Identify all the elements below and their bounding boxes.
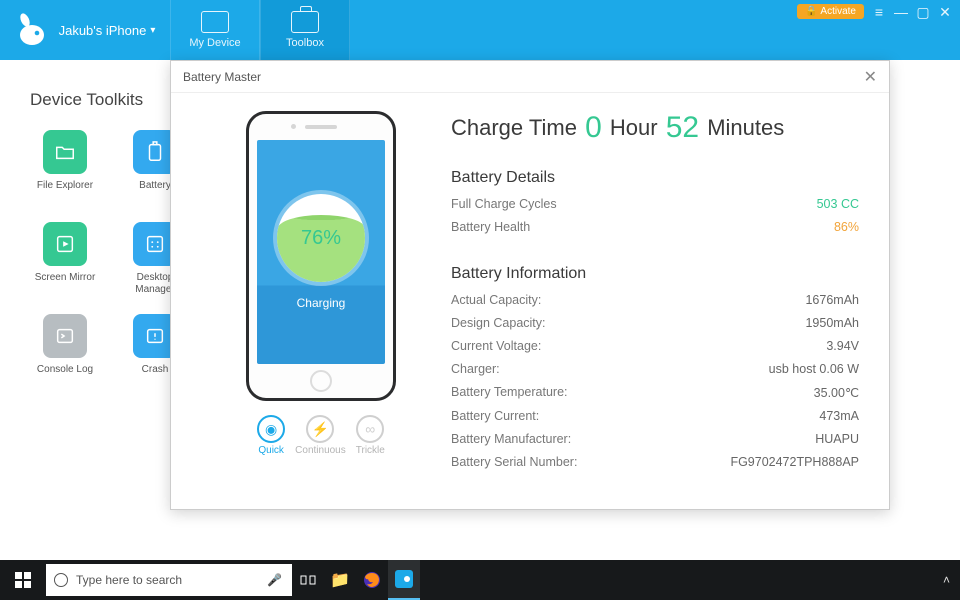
mode-label: Quick xyxy=(258,445,284,456)
mode-trickle[interactable]: ∞ Trickle xyxy=(356,415,385,456)
battery-percent: 76% xyxy=(301,227,341,250)
row-health: Battery Health86% xyxy=(451,220,859,234)
row-actual-capacity: Actual Capacity:1676mAh xyxy=(451,293,859,307)
modal-header: Battery Master ✕ xyxy=(171,61,889,93)
folder-icon xyxy=(43,130,87,174)
mic-icon[interactable]: 🎤 xyxy=(267,573,282,587)
toolkit-console-log[interactable]: Console Log xyxy=(30,314,100,388)
row-temperature: Battery Temperature:35.00℃ xyxy=(451,385,859,400)
toolkit-file-explorer[interactable]: File Explorer xyxy=(30,130,100,204)
toolkit-screen-mirror[interactable]: Screen Mirror xyxy=(30,222,100,296)
device-icon xyxy=(201,11,229,33)
toolkit-label: Battery xyxy=(139,180,171,204)
task-view-icon[interactable] xyxy=(292,560,324,600)
taskbar-search[interactable]: Type here to search 🎤 xyxy=(46,564,292,596)
app-titlebar: Jakub's iPhone ▾ My Device Toolbox 🔒 Act… xyxy=(0,0,960,60)
row-cycles: Full Charge Cycles503 CC xyxy=(451,197,859,211)
taskbar-app-itools[interactable] xyxy=(388,560,420,600)
tray-chevron-icon[interactable]: ˄ xyxy=(943,573,960,587)
mode-quick[interactable]: ◉ Quick xyxy=(257,415,285,456)
activate-label: Activate xyxy=(820,6,856,17)
row-design-capacity: Design Capacity:1950mAh xyxy=(451,316,859,330)
pin-icon: ◉ xyxy=(257,415,285,443)
modal-close-icon[interactable]: ✕ xyxy=(864,67,877,87)
battery-master-modal: Battery Master ✕ 76% Charging xyxy=(170,60,890,510)
tab-label: Toolbox xyxy=(286,37,324,49)
maximize-icon[interactable]: ▢ xyxy=(916,5,930,19)
lock-icon: 🔒 xyxy=(805,6,817,17)
taskbar-app-firefox[interactable] xyxy=(356,560,388,600)
tab-label: My Device xyxy=(189,37,240,49)
minimize-icon[interactable]: — xyxy=(894,5,908,19)
search-placeholder: Type here to search xyxy=(76,573,182,587)
row-charger: Charger:usb host 0.06 W xyxy=(451,362,859,376)
toolkit-label: Crash xyxy=(142,364,169,388)
app-logo-icon xyxy=(15,12,51,48)
mode-continuous[interactable]: ⚡ Continuous xyxy=(295,415,346,456)
toolbox-icon xyxy=(291,11,319,33)
cortana-icon xyxy=(54,573,68,587)
play-icon xyxy=(43,222,87,266)
charge-minutes: 52 xyxy=(664,111,701,144)
infinity-icon: ∞ xyxy=(356,415,384,443)
battery-info-heading: Battery Information xyxy=(451,265,859,283)
device-name: Jakub's iPhone xyxy=(59,23,147,38)
tab-my-device[interactable]: My Device xyxy=(170,0,260,60)
row-voltage: Current Voltage:3.94V xyxy=(451,339,859,353)
charge-time-heading: Charge Time 0 Hour 52 Minutes xyxy=(451,111,859,145)
charge-hours: 0 xyxy=(583,111,604,144)
taskbar-app-explorer[interactable]: 📁 xyxy=(324,560,356,600)
battery-details-heading: Battery Details xyxy=(451,169,859,187)
row-serial: Battery Serial Number:FG9702472TPH888AP xyxy=(451,455,859,469)
row-manufacturer: Battery Manufacturer:HUAPU xyxy=(451,432,859,446)
toolkit-label: File Explorer xyxy=(37,180,93,204)
activate-button[interactable]: 🔒 Activate xyxy=(797,4,864,19)
charging-status: Charging xyxy=(297,296,346,310)
start-button[interactable] xyxy=(0,560,46,600)
toolkit-label: Console Log xyxy=(37,364,93,388)
tab-toolbox[interactable]: Toolbox xyxy=(260,0,350,60)
battery-gauge: 76% xyxy=(277,194,365,282)
menu-icon[interactable]: ≡ xyxy=(872,5,886,19)
row-current: Battery Current:473mA xyxy=(451,409,859,423)
toolkits-title: Device Toolkits xyxy=(30,90,190,110)
device-selector[interactable]: Jakub's iPhone ▾ xyxy=(0,0,170,60)
mode-label: Continuous xyxy=(295,445,346,456)
toolkits-panel: Device Toolkits File Explorer Battery Sc… xyxy=(30,90,190,388)
close-icon[interactable]: ✕ xyxy=(938,5,952,19)
bolt-icon: ⚡ xyxy=(306,415,334,443)
modal-title: Battery Master xyxy=(183,70,261,84)
chevron-down-icon: ▾ xyxy=(150,25,155,36)
console-icon xyxy=(43,314,87,358)
toolkit-label: Screen Mirror xyxy=(35,272,96,296)
phone-illustration: 76% Charging xyxy=(246,111,396,401)
charge-modes: ◉ Quick ⚡ Continuous ∞ Trickle xyxy=(257,415,385,456)
mode-label: Trickle xyxy=(356,445,385,456)
windows-taskbar: Type here to search 🎤 📁 ˄ xyxy=(0,560,960,600)
